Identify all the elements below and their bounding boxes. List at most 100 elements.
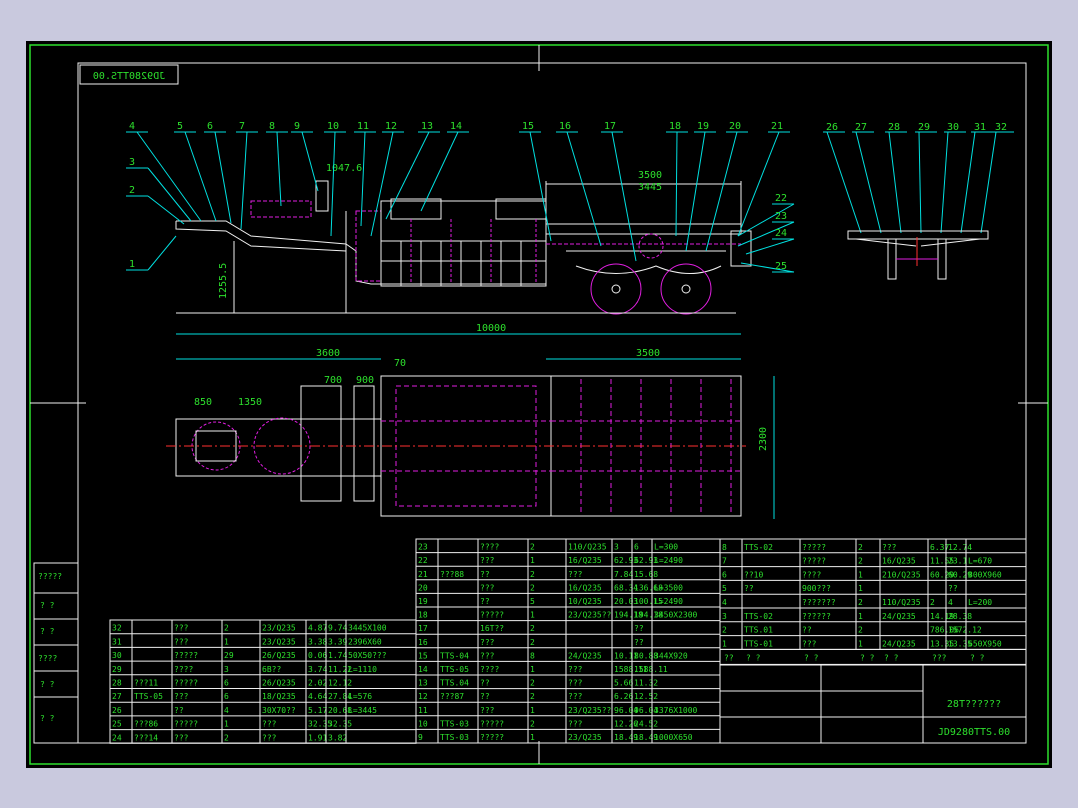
sidebar-cell-2: ? ? bbox=[40, 601, 55, 610]
balloon-leader bbox=[611, 131, 637, 262]
table-cell: 5.66 bbox=[614, 679, 633, 688]
table-cell: ???88 bbox=[440, 570, 464, 579]
table-cell: 9.74 bbox=[328, 624, 347, 633]
table-cell: 10 bbox=[418, 719, 428, 728]
table-cell: ?? bbox=[480, 597, 490, 606]
table-cell: ?? bbox=[802, 626, 812, 635]
table-cell: 31 bbox=[112, 637, 122, 646]
table-cell: ????? bbox=[802, 557, 826, 566]
table-cell: ???? bbox=[174, 665, 193, 674]
table-cell: 1 bbox=[858, 584, 863, 593]
table-cell: 20 bbox=[418, 583, 428, 592]
table-cell: 1572.12 bbox=[948, 626, 982, 635]
table-cell: 24.52 bbox=[634, 719, 658, 728]
table-cell: ??? bbox=[568, 679, 583, 688]
table-cell: 16/Q235 bbox=[568, 583, 602, 592]
table-cell: 15 bbox=[418, 651, 428, 660]
balloon-leader bbox=[855, 131, 882, 234]
table-cell: 4 bbox=[722, 598, 727, 607]
table-cell: 16/Q235 bbox=[882, 557, 916, 566]
table-cell: 24/Q235 bbox=[568, 651, 602, 660]
table-cell: ??? bbox=[480, 583, 495, 592]
table-cell: ???? bbox=[480, 665, 499, 674]
table-cell: 27 bbox=[112, 692, 122, 701]
table-cell: 29 bbox=[224, 651, 234, 660]
table-cell: TTS-01 bbox=[744, 639, 773, 648]
table-cell: 6 bbox=[224, 679, 229, 688]
balloon-leader bbox=[960, 131, 976, 234]
table-cell: 12.12 bbox=[328, 679, 352, 688]
balloon-label: 11 bbox=[357, 121, 369, 132]
table-cell: 1 bbox=[530, 556, 535, 565]
table-cell: ????? bbox=[480, 733, 504, 742]
dim-deck-top: 3500 bbox=[638, 170, 662, 181]
table-cell: 110/Q235 bbox=[882, 598, 921, 607]
table-cell: 4 bbox=[948, 598, 953, 607]
table-cell: ????? bbox=[174, 720, 198, 729]
table-cell: ?? bbox=[480, 570, 490, 579]
table-cell: 2 bbox=[858, 626, 863, 635]
dim-700: 700 bbox=[324, 375, 342, 386]
dim-side-top: 1047.6 bbox=[326, 163, 362, 174]
balloon-label: 30 bbox=[947, 122, 959, 133]
table-cell: 23/Q235?? bbox=[568, 706, 612, 715]
balloon-label: 22 bbox=[775, 193, 787, 204]
table-cell: 23/Q235 bbox=[568, 733, 602, 742]
table-cell: 3.38 bbox=[308, 637, 327, 646]
bom-table-middle: 23???? 2 110/Q235 3 6 L=30022??? 1 16/Q235 62.93… bbox=[415, 538, 721, 744]
table-cell: 2 bbox=[224, 624, 229, 633]
table-cell: 2 bbox=[858, 598, 863, 607]
table-cell: L=200 bbox=[968, 598, 992, 607]
table-cell: 1 bbox=[858, 639, 863, 648]
table-cell: 1 bbox=[224, 637, 229, 646]
table-cell: 11.32 bbox=[634, 679, 658, 688]
balloon-label: 14 bbox=[450, 121, 462, 132]
table-cell: 2 bbox=[530, 692, 535, 701]
table-cell: TTS-03 bbox=[440, 733, 469, 742]
balloon-label: 20 bbox=[729, 121, 741, 132]
table-cell: 3 bbox=[722, 612, 727, 621]
dim-overall: 10000 bbox=[476, 323, 506, 334]
balloon-label: 19 bbox=[697, 121, 709, 132]
table-cell: 50X50??? bbox=[348, 651, 387, 660]
table-cell: ??? bbox=[882, 543, 897, 552]
table-cell: 3.39 bbox=[328, 637, 347, 646]
table-cell: 18/Q235 bbox=[262, 692, 296, 701]
table-cell: 28 bbox=[112, 679, 122, 688]
table-cell: L=576 bbox=[348, 692, 372, 701]
table-cell: 14 bbox=[418, 665, 428, 674]
bom-header-cell: ?? bbox=[724, 653, 734, 662]
bom-header-cell: ? ? bbox=[884, 653, 899, 662]
table-cell: ??????? bbox=[802, 598, 836, 607]
balloon-label: 5 bbox=[177, 121, 183, 132]
table-cell: L=670 bbox=[968, 557, 992, 566]
mirrored-drawing-number: JD9280TTS.00 bbox=[93, 71, 165, 82]
table-cell: 16/Q235 bbox=[568, 556, 602, 565]
table-cell: ?? bbox=[480, 692, 490, 701]
bom-header-cell: ? ? bbox=[746, 653, 761, 662]
table-cell: ???? bbox=[802, 570, 821, 579]
table-cell: 32.35 bbox=[328, 720, 352, 729]
bom-header-cell: ??? bbox=[932, 653, 947, 662]
cad-drawing-sheet: JD9280TTS.00 1255.5 1047.6 3500 3445 1 2… bbox=[26, 41, 1052, 768]
dim-width: 2300 bbox=[758, 427, 769, 451]
table-cell: 24 bbox=[112, 733, 122, 742]
balloon-label: 13 bbox=[421, 121, 433, 132]
sidebar-cell-4: ???? bbox=[38, 654, 57, 663]
table-cell: ???? bbox=[480, 543, 499, 552]
balloon-label: 27 bbox=[855, 122, 867, 133]
table-cell: 22 bbox=[418, 556, 428, 565]
table-cell: 1 bbox=[722, 639, 727, 648]
bom-table-left: 32??? 2 23/Q235 4.87 9.74 3445X10031??? 1 23/Q2… bbox=[109, 619, 417, 744]
table-cell: TTS-05 bbox=[440, 665, 469, 674]
table-cell: ??? bbox=[802, 639, 817, 648]
table-cell: ??? bbox=[568, 665, 583, 674]
table-cell: TTS-02 bbox=[744, 612, 773, 621]
table-cell: 6.37 bbox=[930, 543, 949, 552]
balloon-label: 21 bbox=[771, 121, 783, 132]
table-cell: 29 bbox=[112, 665, 122, 674]
dim-70: 70 bbox=[394, 358, 406, 369]
drawing-title: 28T?????? bbox=[947, 699, 1001, 710]
table-cell: 3 bbox=[614, 543, 619, 552]
table-cell: 32 bbox=[112, 624, 122, 633]
